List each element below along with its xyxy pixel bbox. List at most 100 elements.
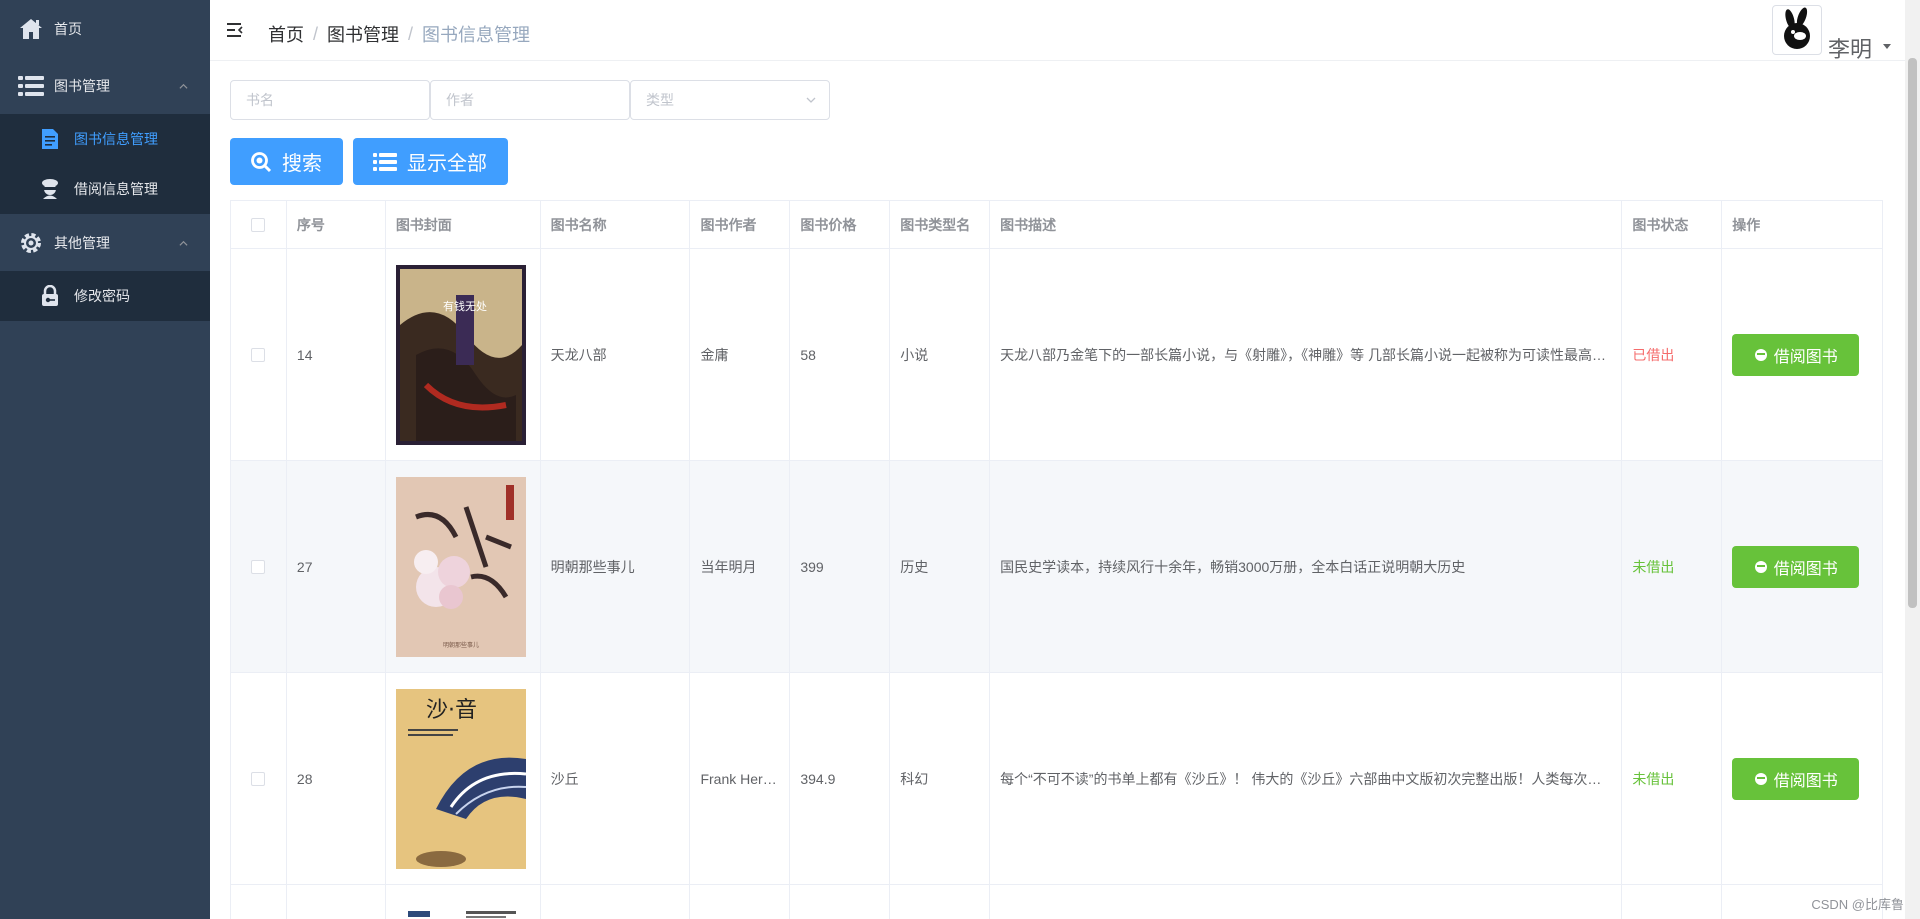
row-checkbox[interactable] xyxy=(251,347,266,362)
cover-text: 有钱无处 xyxy=(443,299,487,313)
column-header: 图书名称 xyxy=(541,201,691,248)
borrow-book-label: 借阅图书 xyxy=(1773,772,1838,790)
search-button-label: 搜索 xyxy=(282,153,322,175)
show-all-button[interactable]: 显示全部 xyxy=(353,138,508,185)
cell-cover: 有钱无处 xyxy=(386,249,541,460)
username[interactable]: 李明 xyxy=(1828,32,1872,64)
borrow-book-label: 借阅图书 xyxy=(1773,348,1838,366)
column-header: 图书作者 xyxy=(690,201,791,248)
cell-price xyxy=(790,885,891,919)
cell-id: 14 xyxy=(287,249,386,460)
description-text: 国民史学读本，持续风行十余年，畅销3000万册，全本白话正说明朝大历史 xyxy=(1000,558,1466,575)
select-all-checkbox[interactable] xyxy=(251,217,266,232)
author-input[interactable] xyxy=(446,82,629,118)
hamburger-icon[interactable] xyxy=(227,22,245,38)
sidebar-item-borrow-info[interactable]: 借阅信息管理 xyxy=(0,164,210,214)
cell-description: 国民史学读本，持续风行十余年，畅销3000万册，全本白话正说明朝大历史 xyxy=(990,461,1623,672)
sidebar-item-label: 其他管理 xyxy=(54,234,110,251)
caret-down-icon[interactable] xyxy=(1883,44,1891,49)
author-text: 当年明月 xyxy=(700,558,757,575)
top-navbar: 首页 / 图书管理 / 图书信息管理 李明 xyxy=(210,0,1908,64)
cell-action: 借阅图书 xyxy=(1722,249,1882,460)
author-filter[interactable] xyxy=(430,80,630,120)
cell-price: 399 xyxy=(790,461,891,672)
row-checkbox-cell xyxy=(231,673,287,884)
submenu-book-management: 图书信息管理 借阅信息管理 xyxy=(0,114,210,214)
borrow-book-button[interactable]: 借阅图书 xyxy=(1732,333,1860,376)
chevron-up-icon xyxy=(179,83,188,89)
cell-type: 小说 xyxy=(890,249,991,460)
book-cover-image: 有钱无处 xyxy=(395,264,526,445)
cell-id: 27 xyxy=(287,461,386,672)
cover-text: 沙·音 xyxy=(426,698,477,723)
cell-status: 未借出 xyxy=(1622,673,1723,884)
borrow-book-button[interactable]: 借阅图书 xyxy=(1732,757,1860,800)
cell-status: 未借出 xyxy=(1622,461,1723,672)
table-header-row: 序号 图书封面 图书名称 图书作者 图书价格 图书类型名 图书描述 图书状态 操… xyxy=(231,201,1882,249)
description-text: 每个“不可不读”的书单上都有《沙丘》！ 伟大的《沙丘》六部曲中文版初次完整出版！… xyxy=(1000,770,1622,787)
avatar[interactable] xyxy=(1772,5,1822,55)
row-checkbox[interactable] xyxy=(251,559,266,574)
scrollbar-thumb[interactable] xyxy=(1908,58,1917,608)
cell-name: 沙丘 xyxy=(541,673,691,884)
row-checkbox[interactable] xyxy=(251,771,266,786)
cell-author: 当年明月 xyxy=(690,461,791,672)
column-header: 图书状态 xyxy=(1622,201,1723,248)
document-icon xyxy=(40,128,60,150)
cell-status xyxy=(1622,885,1723,919)
book-cover-image xyxy=(395,911,526,919)
type-select[interactable]: 类型 xyxy=(630,80,830,120)
list-icon xyxy=(373,152,397,172)
sidebar-item-book-management[interactable]: 图书管理 xyxy=(0,57,210,114)
sidebar-item-book-info[interactable]: 图书信息管理 xyxy=(0,114,210,164)
author-text: 金庸 xyxy=(700,346,729,363)
borrow-book-button[interactable]: 借阅图书 xyxy=(1732,545,1860,588)
cell-status: 已借出 xyxy=(1622,249,1723,460)
gear-icon xyxy=(18,230,44,256)
sidebar-item-label: 修改密码 xyxy=(74,288,130,304)
cell-author: Frank Herbert xyxy=(690,673,791,884)
sidebar-item-home[interactable]: 首页 xyxy=(0,0,210,57)
chevron-up-icon xyxy=(179,240,188,246)
column-header: 图书描述 xyxy=(990,201,1623,248)
breadcrumb-home[interactable]: 首页 xyxy=(268,21,304,47)
cell-action: 借阅图书 xyxy=(1722,673,1882,884)
librarian-icon xyxy=(1754,348,1768,362)
row-checkbox-cell xyxy=(231,249,287,460)
vertical-scrollbar[interactable] xyxy=(1905,0,1920,919)
book-table: 序号 图书封面 图书名称 图书作者 图书价格 图书类型名 图书描述 图书状态 操… xyxy=(230,200,1883,919)
librarian-icon xyxy=(40,178,60,200)
column-header: 序号 xyxy=(287,201,386,248)
table-row: 14 有钱无处 天龙八部 金庸 58 小说 天龙八部乃金笔下的一部长篇小说，与《… xyxy=(231,249,1882,461)
header-checkbox-cell xyxy=(231,201,287,248)
sidebar-item-other-management[interactable]: 其他管理 xyxy=(0,214,210,271)
cell-type: 历史 xyxy=(890,461,991,672)
sidebar-item-change-password[interactable]: 修改密码 xyxy=(0,271,210,321)
show-all-button-label: 显示全部 xyxy=(407,153,487,175)
sidebar: 首页 图书管理 图书信息管理 借阅信息管理 其他管理 修改密码 xyxy=(0,0,210,919)
sidebar-item-label: 图书信息管理 xyxy=(74,131,158,147)
cover-text: 明朝那些事儿 xyxy=(443,641,479,649)
cell-description: 每个“不可不读”的书单上都有《沙丘》！ 伟大的《沙丘》六部曲中文版初次完整出版！… xyxy=(990,673,1623,884)
description-text: 天龙八部乃金笔下的一部长篇小说，与《射雕》，《神雕》等 几部长篇小说一起被称为可… xyxy=(1000,346,1622,363)
breadcrumb: 首页 / 图书管理 / 图书信息管理 xyxy=(268,21,530,47)
book-name-input[interactable] xyxy=(246,82,429,118)
lock-icon xyxy=(40,285,60,307)
search-button[interactable]: 搜索 xyxy=(230,138,343,185)
status-badge: 未借出 xyxy=(1632,770,1675,787)
cell-cover: 沙·音 xyxy=(386,673,541,884)
cell-name xyxy=(541,885,691,919)
cell-author: 金庸 xyxy=(690,249,791,460)
breadcrumb-current: 图书信息管理 xyxy=(422,25,531,45)
author-text: Frank Herbert xyxy=(700,770,787,787)
breadcrumb-book-management[interactable]: 图书管理 xyxy=(327,21,399,47)
type-select-placeholder: 类型 xyxy=(646,92,674,108)
cell-type: 科幻 xyxy=(890,673,991,884)
list-icon xyxy=(18,73,44,99)
cell-price: 394.9 xyxy=(790,673,891,884)
row-checkbox-cell xyxy=(231,885,287,919)
home-icon xyxy=(18,16,44,42)
search-icon xyxy=(250,151,272,173)
book-name-filter[interactable] xyxy=(230,80,430,120)
chevron-down-icon xyxy=(806,97,816,103)
